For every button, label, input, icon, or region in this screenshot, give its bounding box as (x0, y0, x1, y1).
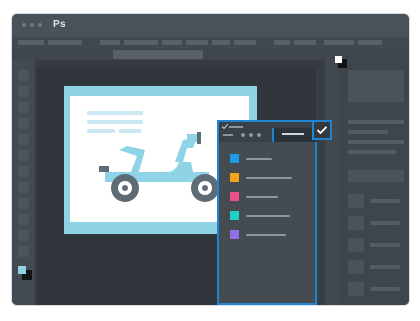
panel-thumbnail[interactable] (348, 260, 364, 274)
scooter-body (99, 132, 209, 182)
layer-color-swatch (230, 154, 239, 163)
menu-item[interactable] (100, 40, 120, 45)
panel-thumbnail[interactable] (348, 194, 364, 208)
menu-item[interactable] (124, 40, 158, 45)
eyedropper-tool-icon[interactable] (18, 134, 29, 145)
panel-row (348, 120, 404, 124)
panel-row (348, 150, 396, 154)
blend-mode-select[interactable] (223, 134, 233, 136)
layers-tab-label (282, 133, 304, 135)
menu-item[interactable] (48, 40, 82, 45)
shape-tool-icon[interactable] (18, 246, 29, 257)
layer-name (246, 234, 286, 236)
window-close-button[interactable] (22, 23, 26, 27)
menu-item[interactable] (358, 40, 382, 45)
menu-item[interactable] (212, 40, 230, 45)
layer-name (246, 177, 292, 179)
menu-item[interactable] (274, 40, 290, 45)
visibility-checkmark-icon[interactable] (222, 124, 228, 129)
layers-panel-title (229, 126, 243, 128)
layer-color-swatch (230, 211, 239, 220)
pen-tool-icon[interactable] (18, 214, 29, 225)
layer-color-swatch (230, 173, 239, 182)
options-bar (12, 48, 409, 60)
lasso-tool-icon[interactable] (18, 102, 29, 113)
stamp-tool-icon[interactable] (18, 166, 29, 177)
confirm-button[interactable] (312, 120, 332, 140)
type-tool-icon[interactable] (18, 230, 29, 241)
panel-thumbnail[interactable] (348, 238, 364, 252)
layer-row-4[interactable] (219, 207, 315, 226)
layer-row-2[interactable] (219, 169, 315, 188)
panel-row (370, 265, 400, 269)
document-tab[interactable] (113, 50, 203, 59)
rear-wheel-icon (111, 174, 139, 202)
menu-item[interactable] (18, 40, 44, 45)
panel-row (370, 243, 400, 247)
layer-name (246, 215, 290, 217)
marquee-tool-icon[interactable] (18, 86, 29, 97)
front-wheel-icon (191, 174, 219, 202)
layers-panel (217, 120, 317, 305)
properties-panel (338, 60, 409, 305)
panel-row (370, 221, 400, 225)
menu-item[interactable] (294, 40, 316, 45)
menu-item[interactable] (324, 40, 354, 45)
foreground-background-color-icon[interactable] (18, 266, 32, 280)
text-placeholder-line (87, 120, 143, 124)
gradient-tool-icon[interactable] (18, 198, 29, 209)
layer-row-1[interactable] (219, 150, 315, 169)
layer-color-swatch (230, 192, 239, 201)
link-icon[interactable] (249, 133, 253, 137)
menu-bar (12, 37, 409, 48)
menu-item[interactable] (162, 40, 182, 45)
panel-icon-column (325, 60, 338, 305)
navigator-preview[interactable] (348, 70, 404, 102)
filter-icon[interactable] (257, 133, 261, 137)
panel-thumbnail[interactable] (348, 282, 364, 296)
title-bar: Ps (12, 14, 409, 37)
window-minimize-button[interactable] (30, 23, 34, 27)
layer-row-5[interactable] (219, 226, 315, 245)
panel-row (370, 199, 400, 203)
brush-tool-icon[interactable] (18, 150, 29, 161)
panel-tab-strip[interactable] (348, 170, 404, 182)
panel-thumbnail[interactable] (348, 216, 364, 230)
document-tab-strip (36, 60, 325, 68)
menu-item[interactable] (234, 40, 256, 45)
menu-item[interactable] (186, 40, 208, 45)
layers-tab-active[interactable] (272, 128, 317, 142)
vertical-scrollbar[interactable] (316, 68, 325, 305)
text-placeholder-line (87, 111, 143, 115)
layers-panel-header (219, 122, 317, 142)
app-title: Ps (53, 19, 66, 30)
panel-row (348, 140, 404, 144)
color-swatch-icon[interactable] (335, 56, 347, 68)
scooter-illustration[interactable] (97, 128, 225, 208)
window-maximize-button[interactable] (38, 23, 42, 27)
layer-color-swatch (230, 230, 239, 239)
move-tool-icon[interactable] (18, 70, 29, 81)
layer-row-3[interactable] (219, 188, 315, 207)
crop-tool-icon[interactable] (18, 118, 29, 129)
checkmark-icon (316, 126, 328, 135)
eraser-tool-icon[interactable] (18, 182, 29, 193)
panel-row (348, 130, 388, 134)
panel-row (370, 287, 400, 291)
layer-name (246, 196, 278, 198)
lock-icon[interactable] (241, 133, 245, 137)
layer-name (246, 158, 272, 160)
